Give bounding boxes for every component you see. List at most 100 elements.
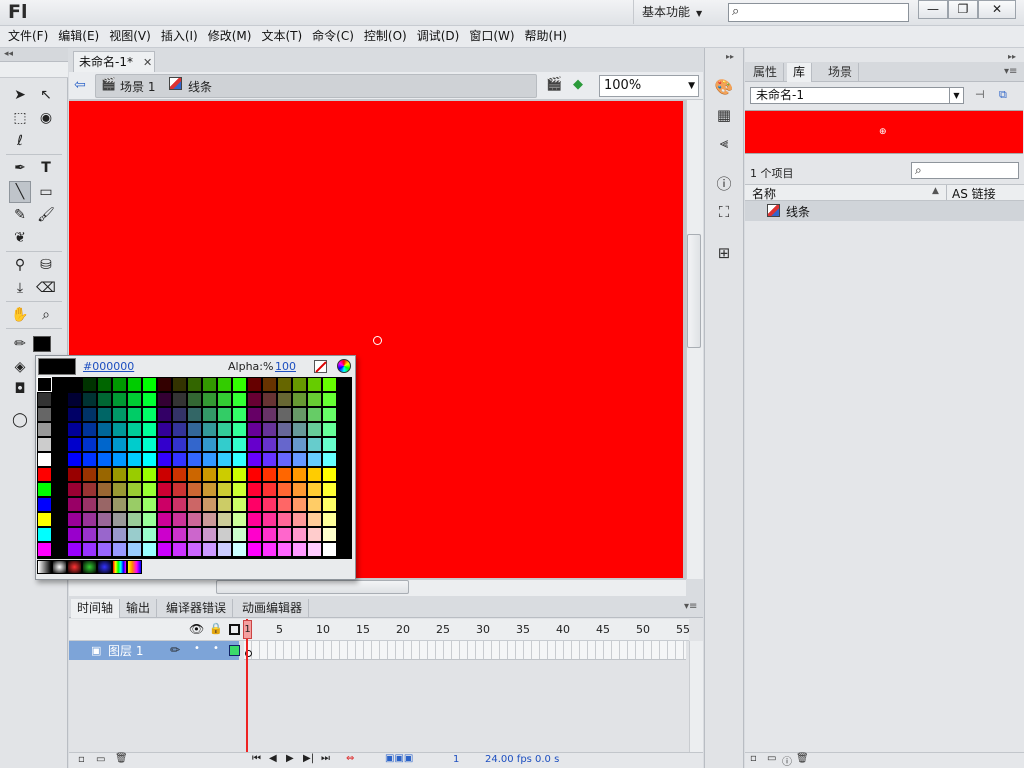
color-swatch[interactable]	[292, 512, 307, 527]
color-swatch[interactable]	[232, 542, 247, 557]
color-swatch[interactable]	[202, 527, 217, 542]
color-swatch[interactable]	[172, 422, 187, 437]
color-swatch[interactable]	[217, 407, 232, 422]
color-swatch[interactable]	[127, 527, 142, 542]
color-swatch[interactable]	[322, 467, 337, 482]
color-swatch[interactable]	[97, 497, 112, 512]
color-swatch[interactable]	[52, 497, 67, 512]
tab-motion-editor[interactable]: 动画编辑器	[236, 599, 310, 618]
document-tab[interactable]: 未命名-1* ✕	[73, 51, 155, 72]
color-swatch[interactable]	[112, 452, 127, 467]
color-swatch[interactable]	[172, 467, 187, 482]
color-swatch[interactable]	[217, 392, 232, 407]
color-swatch[interactable]	[322, 482, 337, 497]
menu-view[interactable]: 视图(V)	[104, 26, 156, 47]
delete-icon[interactable]: 🗑	[796, 753, 809, 764]
menu-file[interactable]: 文件(F)	[0, 26, 53, 47]
panel-collapse-icon[interactable]: ◂◂	[0, 48, 68, 62]
swatches-icon[interactable]: ▦	[712, 104, 736, 126]
color-swatch[interactable]	[37, 542, 52, 557]
color-swatch[interactable]	[322, 527, 337, 542]
expand-panels-icon[interactable]: ▸▸	[1008, 52, 1016, 61]
color-swatch[interactable]	[112, 497, 127, 512]
panel-menu-icon[interactable]: ▾≡	[684, 601, 697, 612]
new-folder-icon[interactable]: ▭	[767, 753, 776, 764]
color-swatch[interactable]	[142, 467, 157, 482]
color-swatch[interactable]	[217, 527, 232, 542]
lasso-tool-icon[interactable]: ℓ	[9, 130, 31, 152]
breadcrumb-symbol[interactable]: 线条	[188, 78, 212, 95]
show-hide-icon[interactable]: 👁	[189, 622, 204, 636]
gradient-swatch[interactable]	[82, 560, 97, 574]
color-swatch[interactable]	[157, 467, 172, 482]
color-swatch[interactable]	[52, 542, 67, 557]
color-swatch[interactable]	[202, 467, 217, 482]
color-swatch[interactable]	[292, 392, 307, 407]
tab-compiler-errors[interactable]: 编译器错误	[160, 599, 234, 618]
deco-tool-icon[interactable]: ❦	[9, 227, 31, 249]
color-swatch[interactable]	[127, 497, 142, 512]
brush-tool-icon[interactable]: 🖌	[35, 204, 57, 226]
lock-dot-icon[interactable]: •	[213, 643, 219, 654]
color-swatch[interactable]	[307, 407, 322, 422]
color-swatch[interactable]	[307, 392, 322, 407]
color-swatch[interactable]	[217, 482, 232, 497]
color-swatch[interactable]	[232, 452, 247, 467]
color-swatch[interactable]	[127, 512, 142, 527]
color-swatch[interactable]	[37, 467, 52, 482]
color-swatch[interactable]	[67, 467, 82, 482]
current-frame-readout[interactable]: 1	[453, 754, 459, 765]
color-swatch[interactable]	[52, 527, 67, 542]
color-swatch[interactable]	[217, 422, 232, 437]
color-swatch[interactable]	[67, 392, 82, 407]
color-swatch[interactable]	[202, 422, 217, 437]
color-swatch[interactable]	[82, 407, 97, 422]
color-swatch[interactable]	[277, 377, 292, 392]
color-swatch[interactable]	[277, 467, 292, 482]
color-swatch[interactable]	[232, 377, 247, 392]
edit-symbols-icon[interactable]: ◆	[573, 77, 583, 92]
color-swatch[interactable]	[322, 377, 337, 392]
color-swatch[interactable]	[322, 497, 337, 512]
color-swatch[interactable]	[262, 407, 277, 422]
tools-panel-gripper[interactable]	[0, 62, 68, 78]
color-swatch[interactable]	[247, 512, 262, 527]
selection-tool-icon[interactable]: ➤	[9, 84, 31, 106]
back-arrow-icon[interactable]: ⇦	[74, 77, 86, 93]
color-swatch[interactable]	[112, 512, 127, 527]
color-swatch[interactable]	[232, 407, 247, 422]
bone-tool-icon[interactable]: ⚲	[9, 254, 31, 276]
text-tool-icon[interactable]: T	[35, 157, 57, 179]
line-tool-icon[interactable]: ╲	[9, 181, 31, 203]
color-swatch[interactable]	[232, 422, 247, 437]
visibility-dot-icon[interactable]: •	[194, 643, 200, 654]
color-swatch[interactable]	[112, 542, 127, 557]
sort-ascending-icon[interactable]: ▲	[932, 186, 939, 196]
color-swatch[interactable]	[277, 527, 292, 542]
color-swatch[interactable]	[247, 497, 262, 512]
color-swatch[interactable]	[82, 497, 97, 512]
color-swatch[interactable]	[232, 482, 247, 497]
color-swatch[interactable]	[292, 482, 307, 497]
color-swatch[interactable]	[97, 527, 112, 542]
color-swatch[interactable]	[127, 542, 142, 557]
color-swatch[interactable]	[172, 392, 187, 407]
color-swatch[interactable]	[292, 437, 307, 452]
color-swatch[interactable]	[97, 392, 112, 407]
color-swatch[interactable]	[67, 407, 82, 422]
color-swatch[interactable]	[292, 422, 307, 437]
color-swatch[interactable]	[97, 422, 112, 437]
color-swatch[interactable]	[172, 377, 187, 392]
color-swatch[interactable]	[157, 392, 172, 407]
align-icon[interactable]: ⫷	[712, 132, 736, 154]
color-swatch[interactable]	[157, 512, 172, 527]
menu-window[interactable]: 窗口(W)	[464, 26, 519, 47]
color-swatch[interactable]	[292, 542, 307, 557]
layer-outline-color[interactable]	[229, 645, 240, 656]
color-swatch[interactable]	[202, 512, 217, 527]
paint-bucket-tool-icon[interactable]: ⛁	[35, 254, 57, 276]
color-swatch[interactable]	[157, 452, 172, 467]
eyedropper-tool-icon[interactable]: ⤓	[9, 277, 31, 299]
tab-timeline[interactable]: 时间轴	[71, 599, 121, 618]
color-swatch[interactable]	[262, 452, 277, 467]
